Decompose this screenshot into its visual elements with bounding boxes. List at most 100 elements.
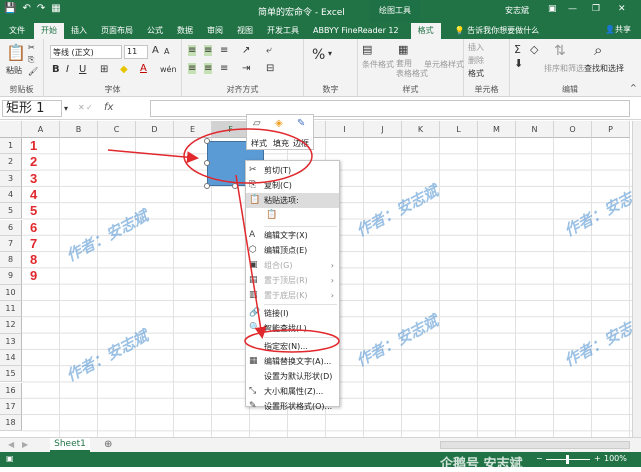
ribbon-display-icon[interactable]: ▣: [548, 4, 557, 14]
horizontal-scrollbar[interactable]: [440, 441, 630, 449]
maximize-button[interactable]: ❐: [592, 4, 600, 14]
indent-icon[interactable]: ⇥: [242, 63, 250, 74]
context-menu-item[interactable]: 指定宏(N)...: [246, 339, 339, 354]
tab-home[interactable]: 开始: [34, 23, 64, 39]
shape-style-icon[interactable]: ▱: [253, 118, 261, 129]
column-header[interactable]: O: [554, 121, 592, 138]
tab-review[interactable]: 审阅: [200, 23, 230, 39]
formula-input[interactable]: [150, 100, 630, 117]
find-select-icon[interactable]: ⌕: [594, 41, 602, 59]
cell-number[interactable]: 2: [30, 154, 37, 169]
number-format-dropdown[interactable]: ▾: [328, 49, 332, 58]
row-header[interactable]: 13: [0, 333, 22, 350]
add-sheet-button[interactable]: ⊕: [104, 439, 112, 450]
row-header[interactable]: 18: [0, 415, 22, 432]
font-name-select[interactable]: 等线 (正文): [50, 45, 122, 59]
center-align-icon[interactable]: ≡: [204, 63, 213, 74]
top-align-icon[interactable]: ≡: [188, 45, 197, 56]
bottom-align-icon[interactable]: ≡: [220, 45, 228, 56]
context-menu-item[interactable]: ⤡ 大小和属性(Z)...: [246, 384, 339, 399]
zoom-in-button[interactable]: +: [594, 454, 601, 463]
column-header[interactable]: P: [592, 121, 630, 138]
format-painter-icon[interactable]: 🖌: [28, 67, 38, 76]
row-header[interactable]: 9: [0, 268, 22, 285]
row-header[interactable]: 10: [0, 284, 22, 301]
left-align-icon[interactable]: ≡: [188, 63, 197, 74]
merge-icon[interactable]: ⊟: [266, 63, 274, 74]
font-color-button[interactable]: A: [140, 63, 147, 74]
mini-fill-label[interactable]: 填充: [273, 138, 289, 149]
tab-file[interactable]: 文件: [0, 23, 34, 39]
column-header[interactable]: D: [136, 121, 174, 138]
paste-button[interactable]: 粘贴: [6, 65, 22, 76]
percent-button[interactable]: %: [312, 47, 325, 63]
cell-styles-button[interactable]: 单元格样式: [424, 59, 464, 70]
mini-style-label[interactable]: 样式: [251, 138, 267, 149]
context-menu-item[interactable]: ▦ 编辑替换文字(A)...: [246, 354, 339, 369]
copy-icon[interactable]: ⎘: [28, 55, 34, 65]
format-cells-button[interactable]: 格式: [468, 68, 484, 79]
resize-handle[interactable]: [232, 183, 238, 189]
row-header[interactable]: 6: [0, 219, 22, 236]
tell-me-box[interactable]: 💡 告诉我你想要做什么: [455, 23, 540, 39]
context-menu-item[interactable]: ⬡ 编辑顶点(E): [246, 243, 339, 258]
cell-number[interactable]: 4: [30, 187, 37, 202]
column-header[interactable]: B: [60, 121, 98, 138]
row-header[interactable]: 12: [0, 317, 22, 334]
sum-icon[interactable]: Σ: [514, 43, 521, 56]
row-header[interactable]: 17: [0, 398, 22, 416]
table-format-icon[interactable]: ▦: [398, 43, 408, 56]
macro-record-icon[interactable]: ▣: [6, 454, 14, 463]
sort-filter-icon[interactable]: ⇅: [554, 43, 566, 59]
resize-handle[interactable]: [204, 183, 210, 189]
shrink-font-button[interactable]: A: [164, 47, 169, 56]
zoom-level[interactable]: 100%: [604, 454, 627, 463]
insert-cells-button[interactable]: 插入: [468, 42, 484, 53]
row-header[interactable]: 8: [0, 252, 22, 269]
name-box[interactable]: 矩形 1: [2, 100, 62, 117]
bold-button[interactable]: B: [52, 64, 60, 75]
context-menu-item[interactable]: 📋: [246, 208, 339, 225]
tab-insert[interactable]: 插入: [64, 23, 94, 39]
row-header[interactable]: 2: [0, 154, 22, 171]
row-header[interactable]: 4: [0, 186, 22, 204]
select-all-corner[interactable]: [0, 121, 22, 138]
cell-number[interactable]: 7: [30, 236, 37, 251]
context-menu-item[interactable]: ✎ 设置形状格式(O)...: [246, 399, 339, 414]
prev-sheet-icon[interactable]: ◀: [8, 440, 14, 449]
close-button[interactable]: ✕: [618, 4, 626, 14]
row-header[interactable]: 5: [0, 203, 22, 220]
conditional-format-button[interactable]: 条件格式: [362, 59, 394, 70]
row-header[interactable]: 11: [0, 301, 22, 318]
minimize-button[interactable]: —: [568, 4, 577, 14]
next-sheet-icon[interactable]: ▶: [22, 440, 28, 449]
fill-color-icon[interactable]: ◆: [120, 64, 128, 75]
resize-handle[interactable]: [204, 160, 210, 166]
clear-icon[interactable]: ◇: [530, 43, 538, 56]
context-menu-item[interactable]: ✂ 剪切(T): [246, 163, 339, 178]
column-header[interactable]: L: [440, 121, 478, 138]
cell-number[interactable]: 8: [30, 252, 37, 267]
sheet-tab[interactable]: Sheet1: [50, 438, 90, 452]
conditional-format-icon[interactable]: ▤: [362, 43, 372, 56]
column-header[interactable]: A: [22, 121, 60, 138]
context-menu-item[interactable]: A 编辑文字(X): [246, 228, 339, 243]
tab-format[interactable]: 格式: [410, 23, 441, 39]
tab-developer[interactable]: 开发工具: [260, 23, 306, 39]
find-select-button[interactable]: 查找和选择: [584, 63, 624, 74]
name-box-dropdown-icon[interactable]: ▾: [64, 104, 68, 113]
context-menu-item[interactable]: 设置为默认形状(D): [246, 369, 339, 384]
context-menu-item[interactable]: 📋 粘贴选项:: [246, 193, 339, 208]
row-header[interactable]: 14: [0, 349, 22, 367]
right-align-icon[interactable]: ≡: [220, 63, 228, 74]
row-header[interactable]: 15: [0, 366, 22, 383]
insert-function-button[interactable]: fx: [104, 102, 113, 113]
cell-number[interactable]: 3: [30, 171, 37, 186]
column-header[interactable]: K: [402, 121, 440, 138]
font-size-select[interactable]: 11: [124, 45, 148, 59]
mini-outline-label[interactable]: 边框: [293, 138, 309, 149]
column-header[interactable]: N: [516, 121, 554, 138]
row-header[interactable]: 7: [0, 235, 22, 253]
paste-icon[interactable]: 📋: [6, 43, 26, 62]
column-header[interactable]: E: [174, 121, 212, 138]
